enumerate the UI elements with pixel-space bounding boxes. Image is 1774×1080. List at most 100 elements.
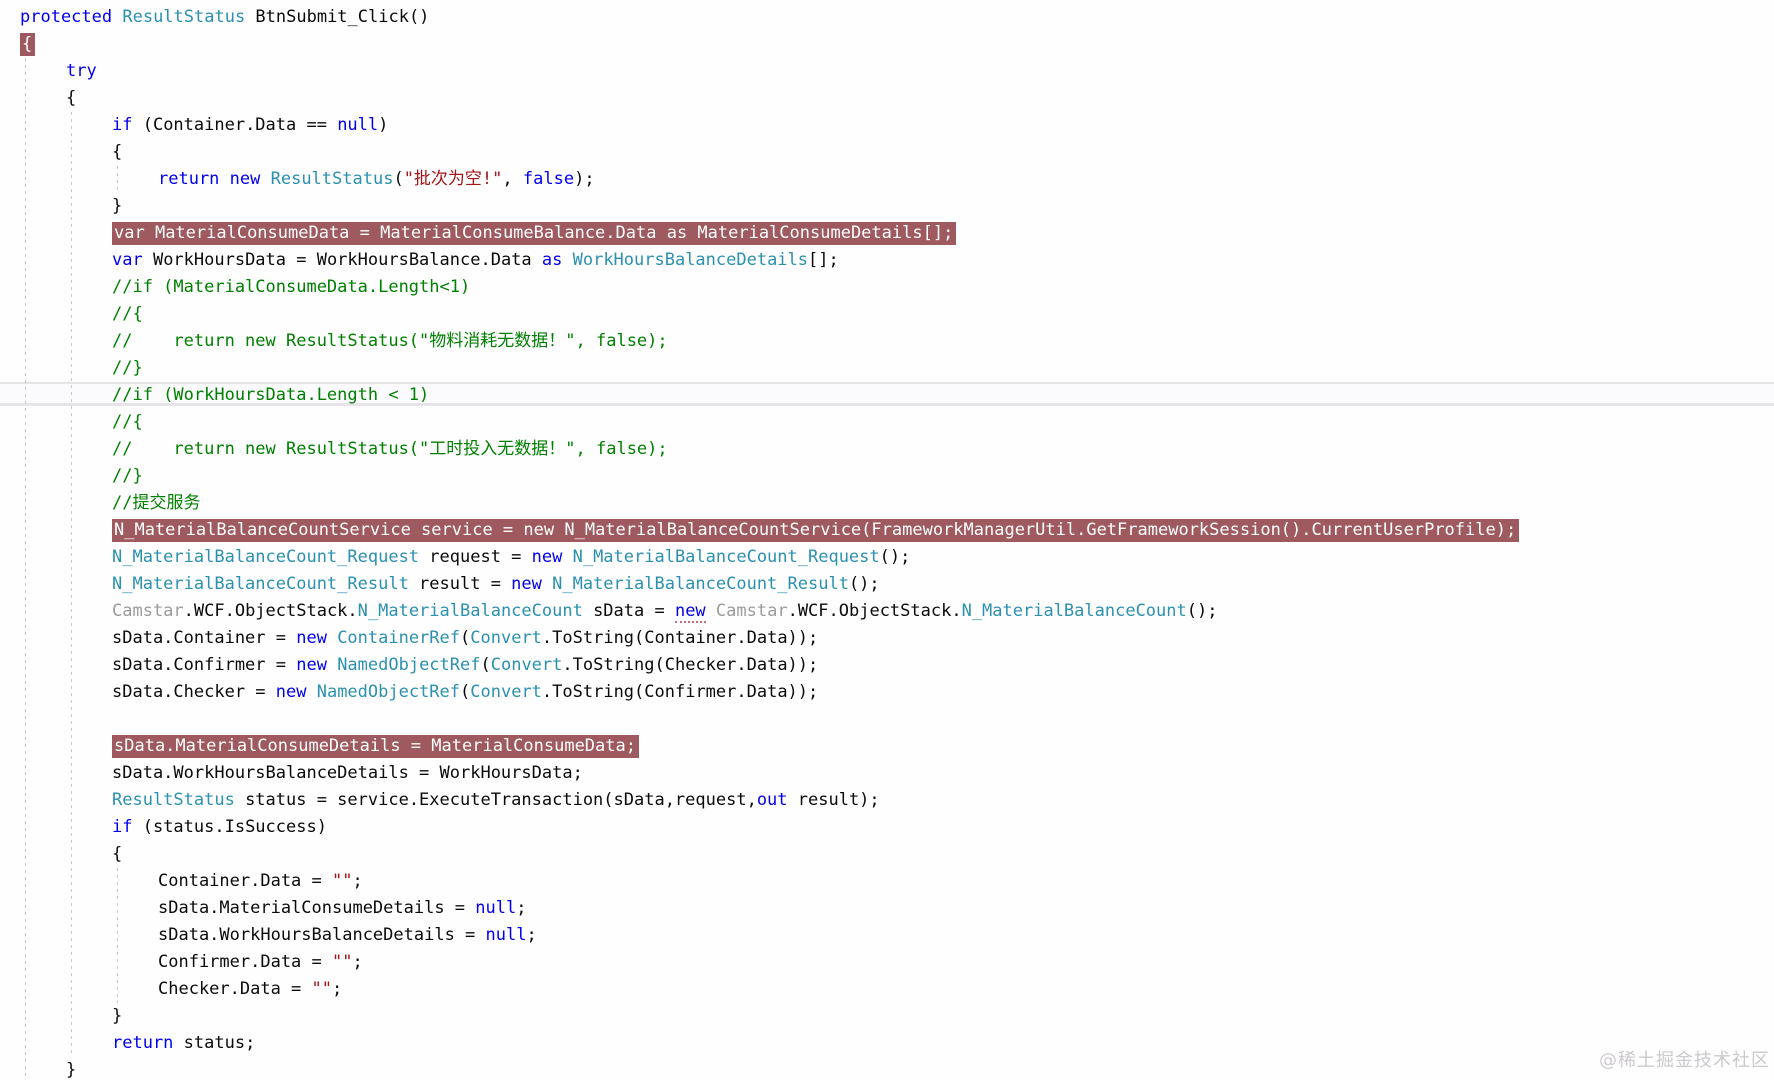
code-line[interactable]: Checker.Data = ""; <box>0 976 1774 1003</box>
code-line[interactable]: N_MaterialBalanceCount_Request request =… <box>0 544 1774 571</box>
code-token: sData.WorkHoursBalanceDetails = <box>158 925 486 945</box>
code-token: sData.Container = <box>112 628 297 648</box>
code-token: []; <box>808 250 839 270</box>
code-line[interactable]: N_MaterialBalanceCount_Result result = n… <box>0 571 1774 598</box>
code-token: ResultStatus <box>112 790 246 810</box>
code-line[interactable]: Confirmer.Data = ""; <box>0 949 1774 976</box>
code-token: ; <box>526 925 537 945</box>
code-token: "批次为空!" <box>403 169 503 189</box>
code-token: false <box>522 169 575 189</box>
code-token: NamedObjectRef <box>316 682 461 702</box>
code-token: MaterialConsumeDetails <box>697 223 923 243</box>
code-token: (); <box>1186 601 1218 621</box>
code-line[interactable]: sData.MaterialConsumeDetails = null; <box>0 895 1774 922</box>
code-line[interactable]: protected ResultStatus BtnSubmit_Click() <box>0 4 1774 31</box>
code-line[interactable]: N_MaterialBalanceCountService service = … <box>0 517 1774 544</box>
code-token: sData.Confirmer = <box>112 655 297 675</box>
code-line[interactable]: // return new ResultStatus("工时投入无数据！", f… <box>0 436 1774 463</box>
code-token: //} <box>112 466 143 486</box>
code-token: service = <box>421 520 524 540</box>
code-token: (); <box>879 547 911 567</box>
code-line[interactable]: if (status.IsSuccess) <box>0 814 1774 841</box>
code-token: "" <box>332 952 353 972</box>
highlighted-code[interactable]: N_MaterialBalanceCountService service = … <box>112 519 1520 542</box>
code-line[interactable]: return status; <box>0 1030 1774 1057</box>
code-token: new <box>674 601 706 623</box>
code-token: { <box>112 844 123 864</box>
code-token: new <box>531 547 573 567</box>
code-token: sData.MaterialConsumeDetails = MaterialC… <box>114 736 636 756</box>
code-token: var <box>112 250 153 270</box>
code-token: ResultStatus <box>270 169 394 189</box>
code-line[interactable]: sData.Container = new ContainerRef(Conve… <box>0 625 1774 652</box>
highlighted-code[interactable]: sData.MaterialConsumeDetails = MaterialC… <box>112 735 639 758</box>
code-token: sData.MaterialConsumeDetails = <box>158 898 476 918</box>
code-line[interactable]: { <box>0 139 1774 166</box>
code-token: null <box>337 115 379 135</box>
code-line[interactable]: sData.WorkHoursBalanceDetails = null; <box>0 922 1774 949</box>
code-token: ; <box>352 952 363 972</box>
code-line[interactable]: } <box>0 193 1774 220</box>
code-token: N_MaterialBalanceCountService <box>564 520 862 540</box>
code-line[interactable]: { <box>0 31 1774 58</box>
highlighted-code[interactable]: var MaterialConsumeData = MaterialConsum… <box>112 222 957 245</box>
code-line[interactable]: var MaterialConsumeData = MaterialConsum… <box>0 220 1774 247</box>
code-token: ) <box>378 115 389 135</box>
code-token: new <box>296 628 338 648</box>
code-line[interactable]: sData.WorkHoursBalanceDetails = WorkHour… <box>0 760 1774 787</box>
code-line[interactable] <box>0 706 1774 733</box>
code-token: ; <box>516 898 527 918</box>
code-token: status = service.ExecuteTransaction(sDat… <box>245 790 757 810</box>
code-line[interactable]: // return new ResultStatus("物料消耗无数据！", f… <box>0 328 1774 355</box>
code-line[interactable]: } <box>0 1003 1774 1030</box>
code-token: as <box>541 250 573 270</box>
code-token: N_MaterialBalanceCount <box>357 601 594 621</box>
code-line[interactable]: Camstar.WCF.ObjectStack.N_MaterialBalanc… <box>0 598 1774 625</box>
code-token: []; <box>922 223 954 243</box>
code-line[interactable]: Container.Data = ""; <box>0 868 1774 895</box>
code-line[interactable]: //提交服务 <box>0 490 1774 517</box>
code-line[interactable]: sData.Confirmer = new NamedObjectRef(Con… <box>0 652 1774 679</box>
code-line[interactable]: sData.Checker = new NamedObjectRef(Conve… <box>0 679 1774 706</box>
code-token: //提交服务 <box>112 493 201 513</box>
code-line[interactable]: if (Container.Data == null) <box>0 112 1774 139</box>
code-line[interactable]: ResultStatus status = service.ExecuteTra… <box>0 787 1774 814</box>
code-line[interactable]: //if (MaterialConsumeData.Length<1) <box>0 274 1774 301</box>
code-token: Container.Data = <box>158 871 332 891</box>
code-token: ( <box>480 655 491 675</box>
code-token: Convert <box>490 655 563 675</box>
code-token: request = <box>429 547 532 567</box>
code-line[interactable]: } <box>0 1057 1774 1080</box>
code-token: (); <box>848 574 880 594</box>
code-line[interactable]: { <box>0 85 1774 112</box>
code-line[interactable]: { <box>0 841 1774 868</box>
code-token: result); <box>797 790 880 810</box>
code-token: "" <box>311 979 333 999</box>
code-token: new <box>523 520 565 540</box>
code-line[interactable]: //{ <box>0 301 1774 328</box>
highlighted-code[interactable]: { <box>20 33 36 56</box>
code-token: "" <box>332 871 353 891</box>
code-line[interactable]: return new ResultStatus("批次为空!", false); <box>0 166 1774 193</box>
code-line[interactable]: //{ <box>0 409 1774 436</box>
code-token: protected <box>20 7 123 27</box>
code-line[interactable]: try <box>0 58 1774 85</box>
code-line[interactable]: //if (WorkHoursData.Length < 1) <box>0 382 1774 409</box>
code-token: N_MaterialBalanceCount_Result <box>552 574 849 594</box>
code-token: sData.Checker = <box>112 682 276 702</box>
code-token: , <box>502 169 523 189</box>
code-token: sData = <box>593 601 675 621</box>
code-line[interactable]: //} <box>0 463 1774 490</box>
code-token: N_MaterialBalanceCount_Request <box>112 547 430 567</box>
code-token: WorkHoursBalanceDetails <box>572 250 809 270</box>
code-token: MaterialConsumeData = MaterialConsumeBal… <box>154 223 667 243</box>
code-token: ; <box>332 979 343 999</box>
code-editor[interactable]: protected ResultStatus BtnSubmit_Click()… <box>0 0 1774 1080</box>
code-line[interactable]: var WorkHoursData = WorkHoursBalance.Dat… <box>0 247 1774 274</box>
code-token: new <box>296 655 338 675</box>
code-token: ; <box>352 871 363 891</box>
code-token: //{ <box>112 412 143 432</box>
code-area[interactable]: protected ResultStatus BtnSubmit_Click()… <box>0 0 1774 1080</box>
code-line[interactable]: //} <box>0 355 1774 382</box>
code-line[interactable]: sData.MaterialConsumeDetails = MaterialC… <box>0 733 1774 760</box>
